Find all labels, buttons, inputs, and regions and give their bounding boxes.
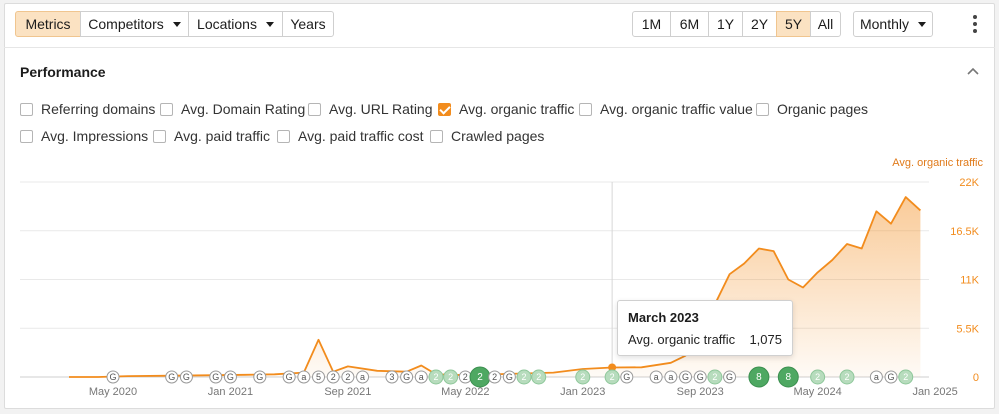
event-marker-label: a (668, 372, 673, 382)
x-tick-label: Sep 2023 (677, 386, 724, 398)
event-marker-label: 2 (815, 372, 820, 382)
x-tick-label: Jan 2023 (560, 386, 605, 398)
y-tick-label: 22K (959, 177, 979, 189)
event-marker-label: 2 (844, 372, 849, 382)
y-tick-label: 16.5K (950, 226, 979, 238)
event-marker-label: 2 (433, 372, 438, 382)
x-tick-label: May 2022 (441, 386, 489, 398)
event-marker-label: G (726, 372, 733, 382)
event-marker-label: G (403, 372, 410, 382)
event-marker-label: 2 (448, 372, 453, 382)
event-marker-label: 5 (316, 372, 321, 382)
event-marker-label: G (506, 372, 513, 382)
event-marker-label: G (256, 372, 263, 382)
event-marker-label: G (168, 372, 175, 382)
event-marker-label: G (109, 372, 116, 382)
event-marker-label: a (654, 372, 659, 382)
x-tick-label: Jan 2025 (912, 386, 957, 398)
event-marker-label: G (623, 372, 630, 382)
chart-tooltip: March 2023 Avg. organic traffic 1,075 (617, 300, 793, 356)
event-marker-label: 8 (785, 372, 791, 383)
event-marker-label: 3 (389, 372, 394, 382)
event-marker-label: G (227, 372, 234, 382)
event-marker-label: a (301, 372, 306, 382)
event-marker-label: G (286, 372, 293, 382)
event-marker-label: G (697, 372, 704, 382)
event-marker-label: a (419, 372, 424, 382)
x-tick-label: Jan 2021 (208, 386, 253, 398)
x-tick-label: Sep 2021 (324, 386, 371, 398)
event-marker-label: a (874, 372, 879, 382)
event-marker-label: 2 (536, 372, 541, 382)
event-marker-label: a (360, 372, 365, 382)
tooltip-title: March 2023 (628, 310, 699, 325)
event-marker-label: 2 (580, 372, 585, 382)
event-marker-label: 2 (610, 372, 615, 382)
event-marker-label: 2 (522, 372, 527, 382)
event-marker-label: G (888, 372, 895, 382)
event-marker-label: 2 (903, 372, 908, 382)
tooltip-metric: Avg. organic traffic (628, 332, 736, 347)
y-tick-label: 5.5K (956, 323, 979, 335)
x-tick-label: May 2024 (793, 386, 841, 398)
tooltip-value: 1,075 (749, 332, 782, 347)
y-tick-label: 0 (973, 372, 979, 384)
event-marker-label: 2 (712, 372, 717, 382)
y-tick-label: 11K (960, 275, 979, 287)
x-tick-label: May 2020 (89, 386, 137, 398)
event-marker-label: 2 (492, 372, 497, 382)
event-marker-label: G (212, 372, 219, 382)
event-marker-label: 2 (345, 372, 350, 382)
event-marker-label: G (183, 372, 190, 382)
event-marker-label: 2 (477, 372, 483, 383)
event-marker-label: 2 (331, 372, 336, 382)
event-marker-label: 2 (463, 372, 468, 382)
traffic-chart: 0 5.5K 11K 16.5K 22K May 2020 Jan 2021 Sep 2021… (20, 177, 980, 398)
event-marker-label: G (682, 372, 689, 382)
event-marker-label: 8 (756, 372, 762, 383)
